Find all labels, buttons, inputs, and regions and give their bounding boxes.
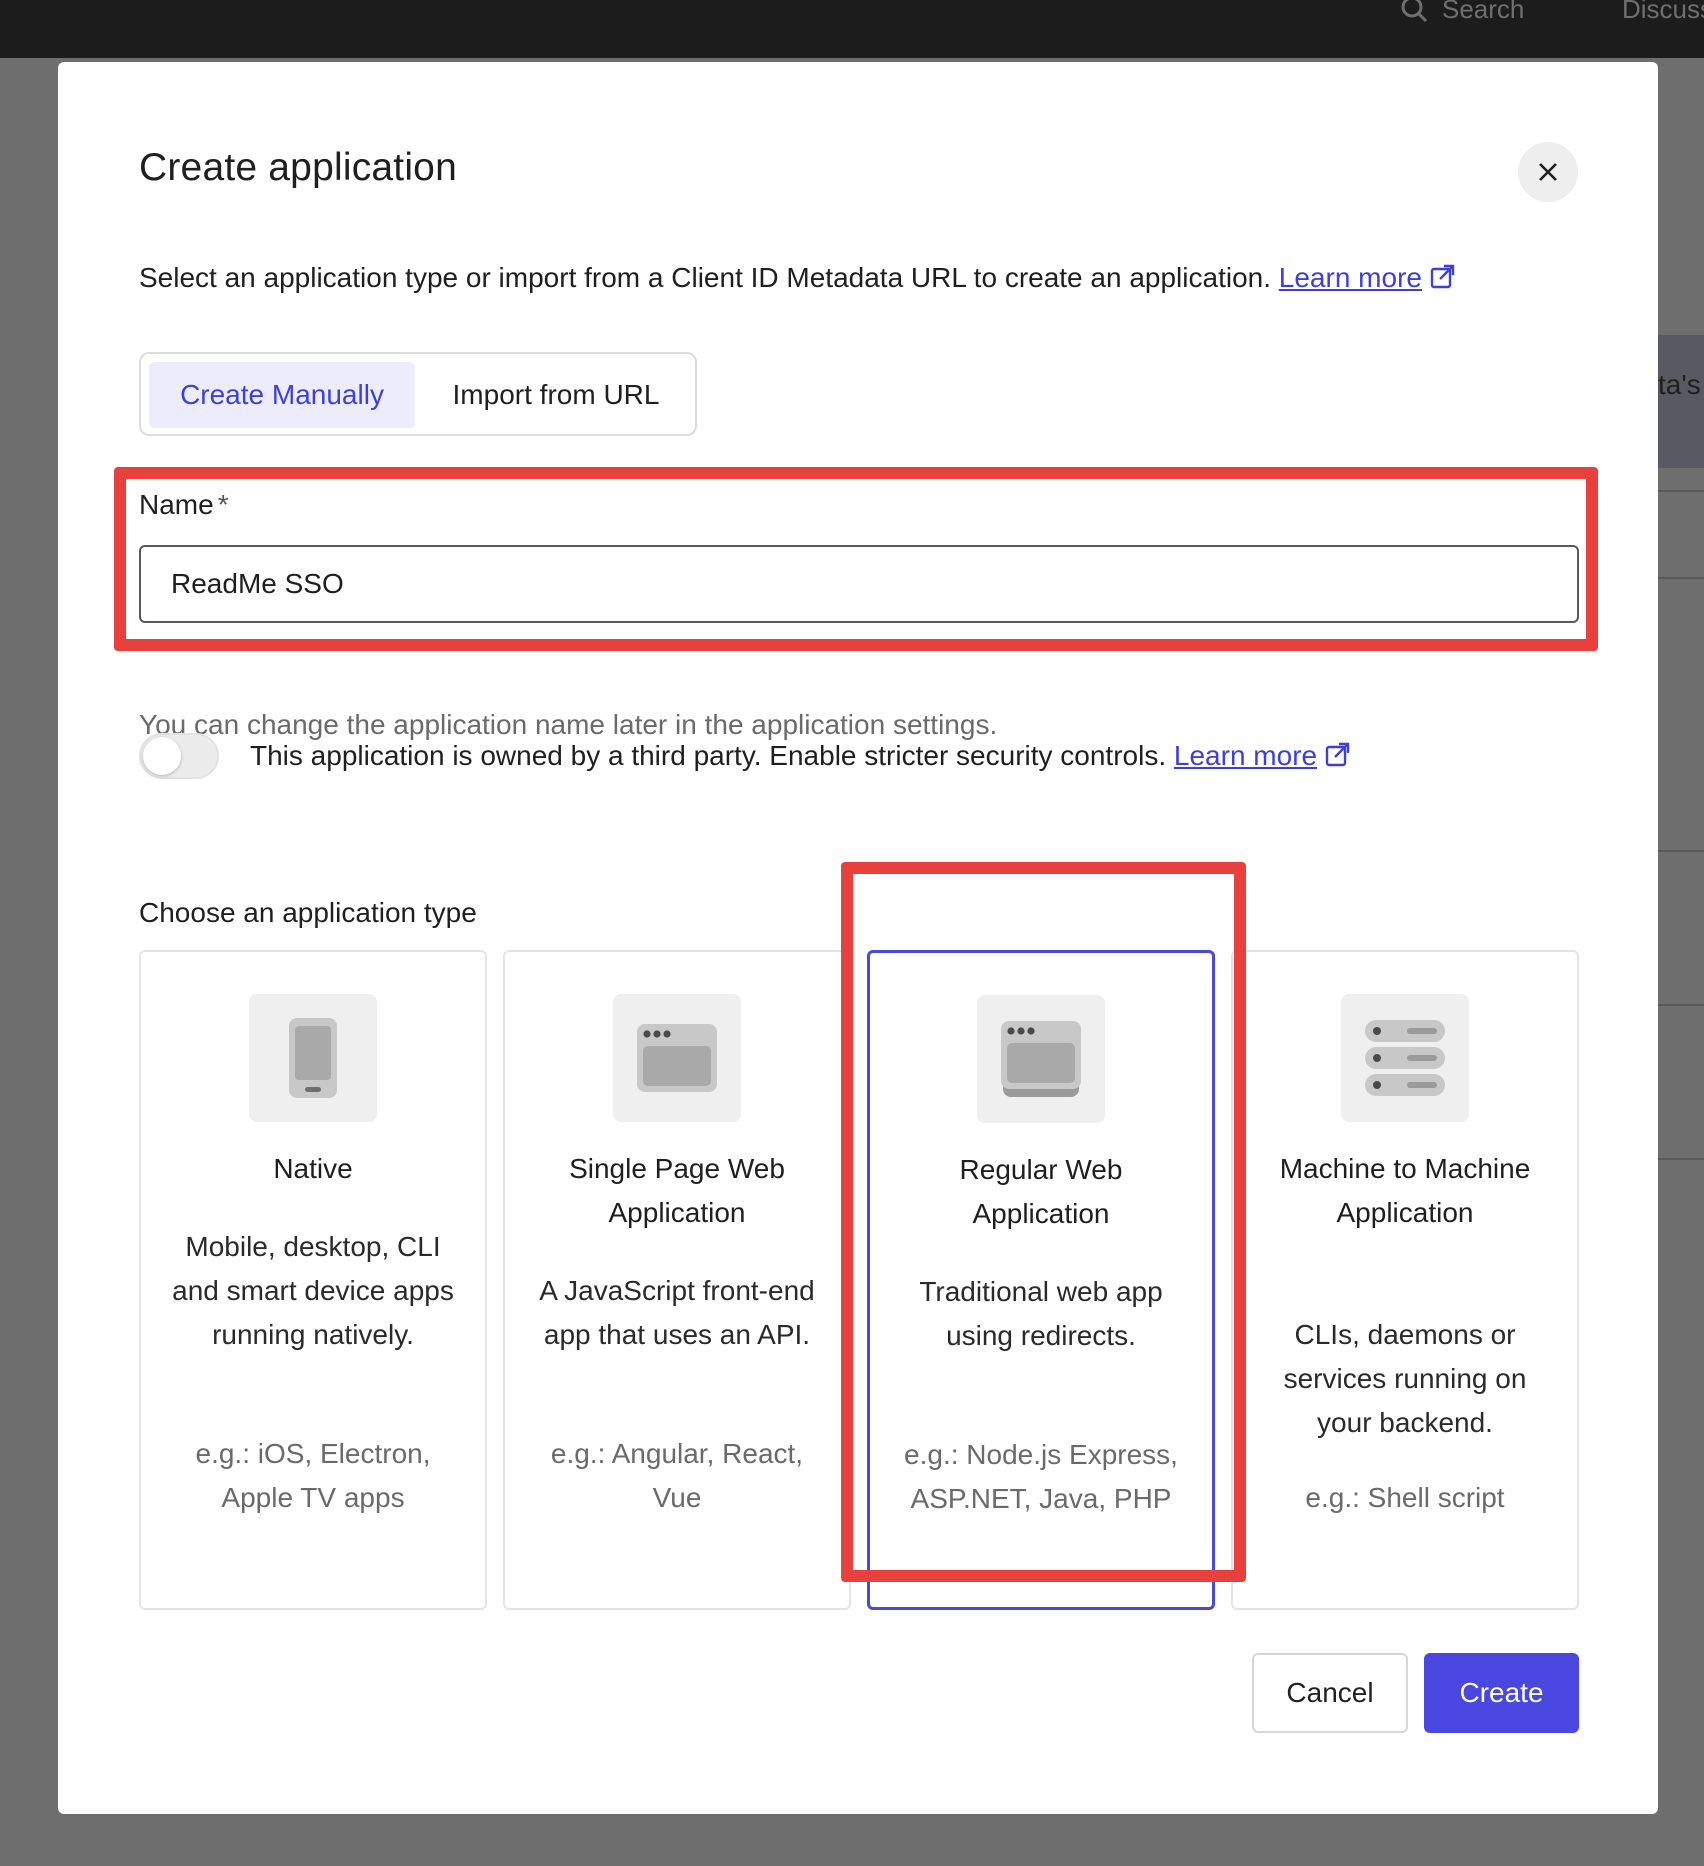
cancel-button[interactable]: Cancel: [1252, 1653, 1408, 1733]
card-examples: e.g.: Angular, React, Vue: [550, 1438, 804, 1513]
background-divider: [1658, 1004, 1704, 1006]
name-field-label: Name *: [139, 489, 229, 521]
browser-window-icon: [637, 1024, 717, 1092]
card-icon-container: [977, 995, 1105, 1123]
toggle-knob: [143, 737, 181, 775]
search-trigger[interactable]: Search: [1400, 0, 1524, 24]
card-examples: e.g.: iOS, Electron, Apple TV apps: [195, 1438, 431, 1513]
app-type-card-m2m[interactable]: Machine to Machine Application CLIs, dae…: [1231, 950, 1579, 1610]
creation-mode-tabs: Create Manually Import from URL: [139, 352, 697, 436]
card-icon-container: [1341, 994, 1469, 1122]
third-party-description: This application is owned by a third par…: [250, 740, 1351, 772]
external-link-icon: [1430, 264, 1455, 289]
card-description: Mobile, desktop, CLI and smart device ap…: [172, 1231, 454, 1350]
card-description: A JavaScript front-end app that uses an …: [539, 1275, 815, 1350]
app-type-card-native[interactable]: Native Mobile, desktop, CLI and smart de…: [139, 950, 487, 1610]
external-link-icon: [1325, 742, 1350, 767]
create-button[interactable]: Create: [1424, 1653, 1579, 1733]
card-icon-container: [249, 994, 377, 1122]
name-field-hint: You can change the application name late…: [139, 709, 998, 740]
card-examples: e.g.: Shell script: [1305, 1482, 1505, 1513]
third-party-text: This application is owned by a third par…: [250, 740, 1167, 771]
dialog-description: Select an application type or import fro…: [139, 262, 1456, 294]
app-type-card-spa[interactable]: Single Page Web Application A JavaScript…: [503, 950, 851, 1610]
top-navigation-bar: Search Discuss: [0, 0, 1704, 58]
background-divider: [1658, 577, 1704, 579]
background-divider: [1658, 490, 1704, 492]
third-party-learn-more-link[interactable]: Learn more: [1174, 740, 1317, 771]
card-title: Regular Web Application: [959, 1154, 1123, 1229]
close-button[interactable]: [1518, 142, 1578, 202]
background-peek-text: ta's: [1658, 369, 1701, 400]
background-divider: [1658, 850, 1704, 852]
description-text: Select an application type or import fro…: [139, 262, 1271, 293]
create-application-dialog: Create application Select an application…: [58, 62, 1658, 1814]
card-description: CLIs, daemons or services running on you…: [1283, 1319, 1527, 1438]
dialog-title: Create application: [139, 146, 457, 189]
background-divider: [1658, 1158, 1704, 1160]
app-type-section-label: Choose an application type: [139, 897, 477, 928]
card-examples: e.g.: Node.js Express, ASP.NET, Java, PH…: [904, 1439, 1178, 1514]
required-marker: *: [217, 489, 229, 520]
search-icon: [1401, 0, 1428, 23]
discuss-link[interactable]: Discuss: [1622, 0, 1704, 24]
card-title: Native: [273, 1153, 353, 1184]
tab-import-from-url[interactable]: Import from URL: [423, 362, 689, 428]
card-description: Traditional web app using redirects.: [919, 1276, 1163, 1351]
card-icon-container: [613, 994, 741, 1122]
card-title: Machine to Machine Application: [1279, 1153, 1531, 1228]
tab-create-manually[interactable]: Create Manually: [149, 362, 415, 428]
close-icon: [1539, 163, 1557, 181]
background-page-peek: ta's: [1658, 335, 1704, 468]
learn-more-link[interactable]: Learn more: [1279, 262, 1422, 293]
name-input[interactable]: [139, 545, 1579, 623]
search-label: Search: [1442, 0, 1525, 24]
name-label-text: Name: [139, 489, 214, 520]
web-server-window-icon: [1001, 1021, 1081, 1097]
third-party-toggle[interactable]: [139, 733, 219, 779]
card-title: Single Page Web Application: [569, 1153, 785, 1228]
server-stack-icon: [1365, 1020, 1445, 1096]
app-type-card-regular-web[interactable]: Regular Web Application Traditional web …: [867, 950, 1215, 1610]
mobile-device-icon: [289, 1018, 337, 1098]
